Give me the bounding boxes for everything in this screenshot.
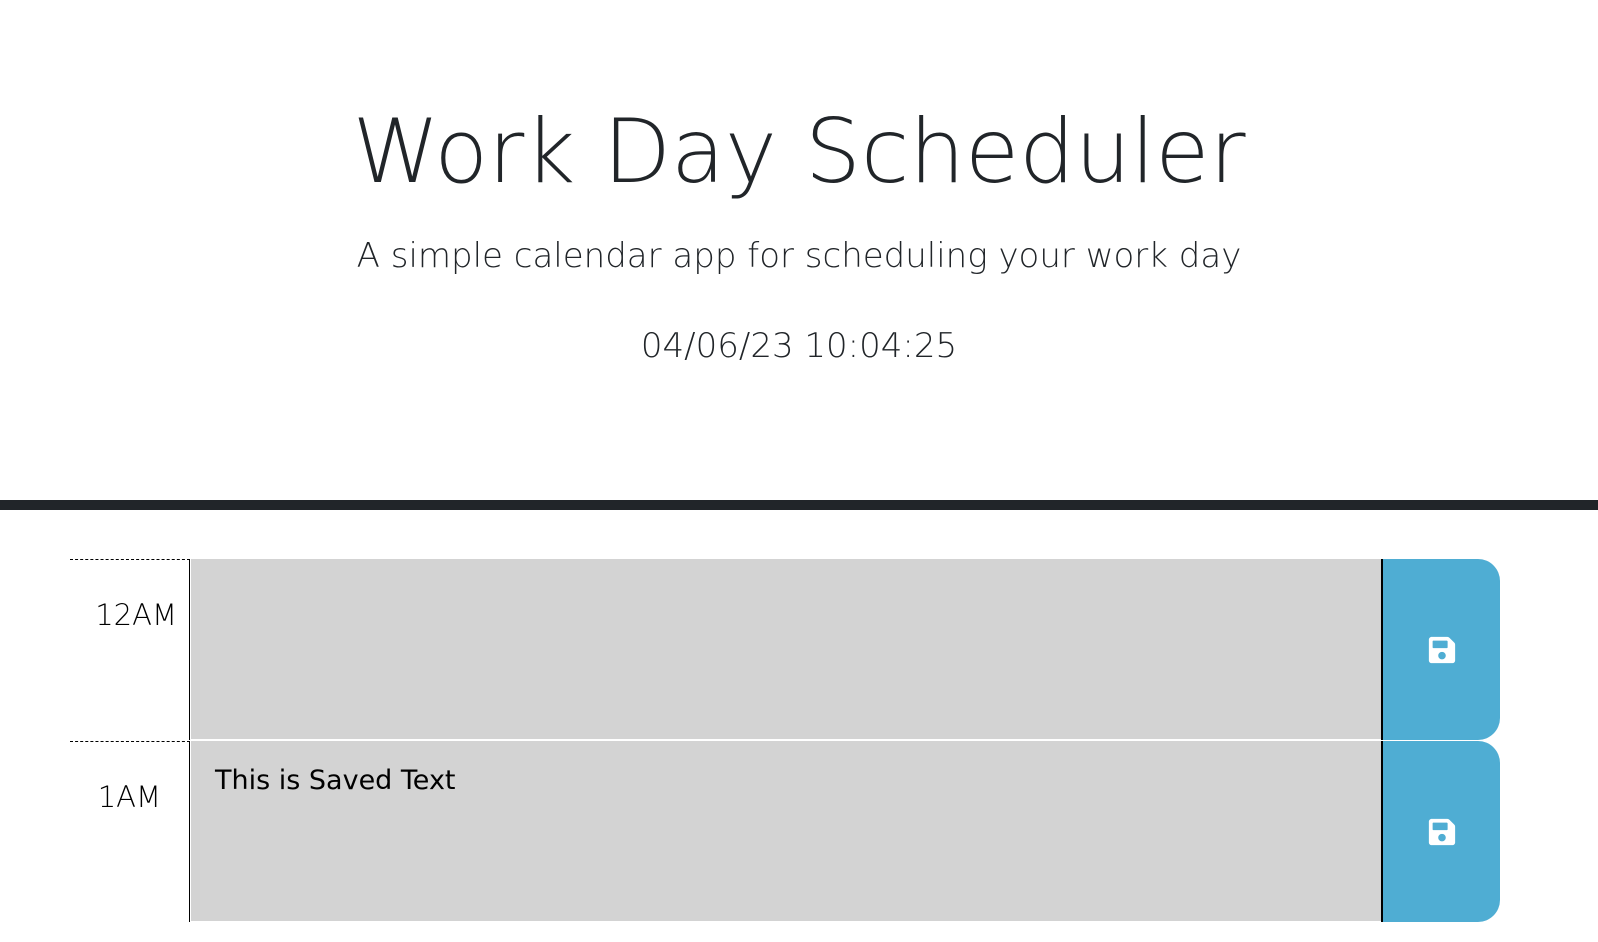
- event-description-input[interactable]: This is Saved Text: [191, 741, 1382, 922]
- hour-label: 12AM: [70, 559, 190, 740]
- page-subtitle: A simple calendar app for scheduling you…: [356, 236, 1242, 276]
- floppy-disk-icon: [1428, 818, 1455, 845]
- header: Work Day Scheduler A simple calendar app…: [0, 0, 1598, 500]
- current-datetime: 04/06/23 10:04:25: [640, 326, 958, 366]
- event-description-input[interactable]: [191, 559, 1382, 740]
- page-title: Work Day Scheduler: [352, 100, 1246, 203]
- time-block: 12AM: [70, 559, 1500, 740]
- save-button[interactable]: [1381, 741, 1500, 922]
- hour-label: 1AM: [70, 741, 190, 922]
- floppy-disk-icon: [1428, 636, 1455, 663]
- time-block: 1AM This is Saved Text: [70, 741, 1500, 922]
- header-divider: [0, 500, 1598, 510]
- save-button[interactable]: [1381, 559, 1500, 740]
